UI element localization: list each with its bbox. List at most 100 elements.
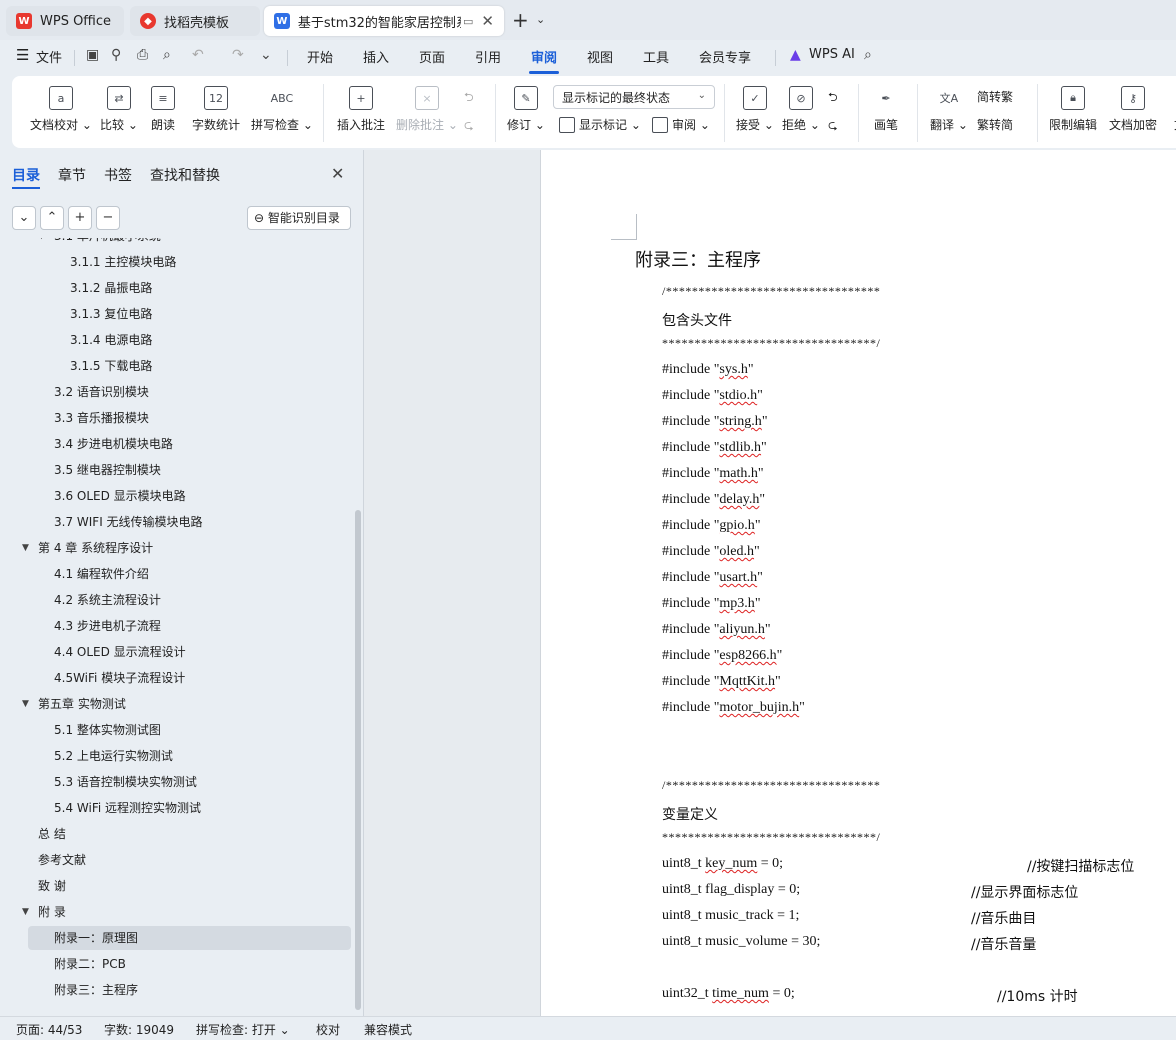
toc-item[interactable]: 4.2 系统主流程设计	[0, 588, 352, 612]
insert-comment-button[interactable]: + 插入批注	[337, 86, 385, 133]
overflow-button[interactable]: 文	[1168, 86, 1176, 133]
toc-item[interactable]: 5.1 整体实物测试图	[0, 718, 352, 742]
chevron-up-icon[interactable]: ⌃	[40, 206, 64, 230]
expand-triangle-icon[interactable]: ▼	[22, 692, 29, 716]
review-pane-button[interactable]: 审阅 ⌄	[652, 116, 710, 133]
toc-item[interactable]: 5.4 WiFi 远程测控实物测试	[0, 796, 352, 820]
spell-check-button[interactable]: ABC 拼写检查 ⌄	[251, 86, 313, 133]
menu-tools[interactable]: 工具	[643, 47, 669, 66]
compare-button[interactable]: ⇄ 比较 ⌄	[100, 86, 138, 133]
print-preview-icon[interactable]: ⌕	[163, 47, 171, 63]
tab-document[interactable]: W 基于stm32的智能家居控制系统 ▭ ✕	[264, 6, 504, 36]
tab-bookmarks[interactable]: 书签	[104, 165, 132, 185]
toc-item[interactable]: 3.1.5 下载电路	[0, 354, 352, 378]
next-change-icon[interactable]: ⮎	[828, 116, 838, 137]
expand-triangle-icon[interactable]: ▼	[22, 536, 29, 560]
chevron-down-icon[interactable]: ⌄	[260, 47, 272, 63]
word-count-status[interactable]: 字数: 19049	[104, 1021, 174, 1038]
read-aloud-button[interactable]: ≡ 朗读	[151, 86, 175, 133]
toc-item[interactable]: 总 结	[0, 822, 352, 846]
toc-item[interactable]: ▼ 附 录	[0, 900, 352, 924]
toc-item[interactable]: ▼ 3.1 单片机最小系统	[0, 238, 352, 248]
toc-item[interactable]: 3.1.1 主控模块电路	[0, 250, 352, 274]
tab-templates[interactable]: ◆ 找稻壳模板	[130, 6, 260, 36]
toc-item[interactable]: 4.4 OLED 显示流程设计	[0, 640, 352, 664]
pen-button[interactable]: ✒ 画笔	[874, 86, 898, 133]
save-icon[interactable]: ▣	[86, 47, 99, 63]
toc-item[interactable]: 3.1.4 电源电路	[0, 328, 352, 352]
toc-item[interactable]: 3.4 步进电机模块电路	[0, 432, 352, 456]
toc-item[interactable]: 3.2 语音识别模块	[0, 380, 352, 404]
toc-item[interactable]: 3.7 WIFI 无线传输模块电路	[0, 510, 352, 534]
toc-item[interactable]: 3.1.2 晶振电路	[0, 276, 352, 300]
markup-state-select[interactable]: 显示标记的最终状态 ⌄	[553, 85, 715, 109]
tab-toc[interactable]: 目录	[12, 165, 40, 185]
translate-button[interactable]: 文A 翻译 ⌄	[930, 86, 968, 133]
chevron-down-icon[interactable]: ⌄	[536, 13, 545, 26]
tab-wps-office[interactable]: W WPS Office	[6, 6, 124, 36]
menu-home[interactable]: 开始	[307, 47, 333, 66]
toc-item[interactable]: 致 谢	[0, 874, 352, 898]
toc-item[interactable]: 4.5WiFi 模块子流程设计	[0, 666, 352, 690]
minus-icon[interactable]: −	[96, 206, 120, 230]
word-count-button[interactable]: 12 字数统计	[192, 86, 240, 133]
revise-button[interactable]: ✎ 修订 ⌄	[507, 86, 545, 133]
smart-toc-button[interactable]: ⊖ 智能识别目录	[247, 206, 351, 230]
print-icon[interactable]: ⎙	[137, 47, 148, 63]
tab-chapters[interactable]: 章节	[58, 165, 86, 185]
toc-item[interactable]: 4.1 编程软件介绍	[0, 562, 352, 586]
hamburger-icon[interactable]: ☰	[16, 46, 29, 64]
reject-button[interactable]: ⊘ 拒绝 ⌄	[782, 86, 820, 133]
redo-icon[interactable]: ↷	[232, 47, 244, 63]
previous-comment-icon[interactable]: ⮌	[464, 88, 474, 109]
menu-view[interactable]: 视图	[587, 47, 613, 66]
plus-icon[interactable]: +	[68, 206, 92, 230]
proofread-button[interactable]: a 文档校对 ⌄	[30, 86, 92, 133]
encrypt-button[interactable]: ⚷ 文档加密	[1109, 86, 1157, 133]
spell-check-status[interactable]: 拼写检查: 打开 ⌄	[196, 1021, 290, 1038]
undo-icon[interactable]: ↶	[192, 47, 204, 63]
tab-find-replace[interactable]: 查找和替换	[150, 165, 220, 185]
next-comment-icon[interactable]: ⮎	[464, 116, 474, 137]
toc-item[interactable]: 附录一：原理图	[28, 926, 351, 950]
close-icon[interactable]: ✕	[331, 164, 344, 183]
menu-wps-ai[interactable]: WPS AI	[809, 47, 855, 62]
toc-item[interactable]: 5.3 语音控制模块实物测试	[0, 770, 352, 794]
scrollbar[interactable]	[355, 510, 361, 1010]
link-icon[interactable]: ⚲	[111, 47, 121, 63]
expand-triangle-icon[interactable]: ▼	[38, 238, 45, 248]
menu-member[interactable]: 会员专享	[699, 47, 751, 66]
to-traditional-button[interactable]: 简转繁	[977, 88, 1013, 105]
menu-insert[interactable]: 插入	[363, 47, 389, 66]
search-icon[interactable]: ⌕	[864, 47, 872, 63]
show-markup-button[interactable]: 显示标记 ⌄	[559, 116, 641, 133]
menu-review[interactable]: 审阅	[531, 47, 557, 66]
accept-button[interactable]: ✓ 接受 ⌄	[736, 86, 774, 133]
toc-item[interactable]: 4.3 步进电机子流程	[0, 614, 352, 638]
proof-status[interactable]: 校对	[316, 1021, 340, 1038]
toc-item[interactable]: 3.3 音乐播报模块	[0, 406, 352, 430]
close-icon[interactable]: ✕	[481, 12, 494, 30]
chevron-down-icon[interactable]: ⌄	[12, 206, 36, 230]
toc-item[interactable]: 3.5 继电器控制模块	[0, 458, 352, 482]
previous-change-icon[interactable]: ⮌	[828, 88, 838, 109]
new-tab-plus-icon[interactable]: +	[512, 8, 529, 32]
menu-references[interactable]: 引用	[475, 47, 501, 66]
menu-page[interactable]: 页面	[419, 47, 445, 66]
toc-item[interactable]: ▼ 第 4 章 系统程序设计	[0, 536, 352, 560]
toc-item[interactable]: 5.2 上电运行实物测试	[0, 744, 352, 768]
button-label: 比较 ⌄	[100, 118, 138, 132]
toc-item[interactable]: 附录三：主程序	[0, 978, 352, 1002]
toc-item[interactable]: ▼ 第五章 实物测试	[0, 692, 352, 716]
toc-item[interactable]: 3.1.3 复位电路	[0, 302, 352, 326]
delete-comment-button[interactable]: × 删除批注 ⌄	[396, 86, 458, 133]
restrict-edit-button[interactable]: 🔒︎ 限制编辑	[1049, 86, 1097, 133]
toc-item[interactable]: 附录二：PCB	[0, 952, 352, 976]
toc-item[interactable]: 参考文献	[0, 848, 352, 872]
page-indicator[interactable]: 页面: 44/53	[16, 1021, 82, 1038]
expand-triangle-icon[interactable]: ▼	[22, 900, 29, 924]
document-page[interactable]: 附录三：主程序 /*******************************…	[540, 150, 1176, 1016]
menu-file[interactable]: 文件	[36, 47, 62, 66]
toc-item[interactable]: 3.6 OLED 显示模块电路	[0, 484, 352, 508]
to-simplified-button[interactable]: 繁转简	[977, 116, 1013, 133]
